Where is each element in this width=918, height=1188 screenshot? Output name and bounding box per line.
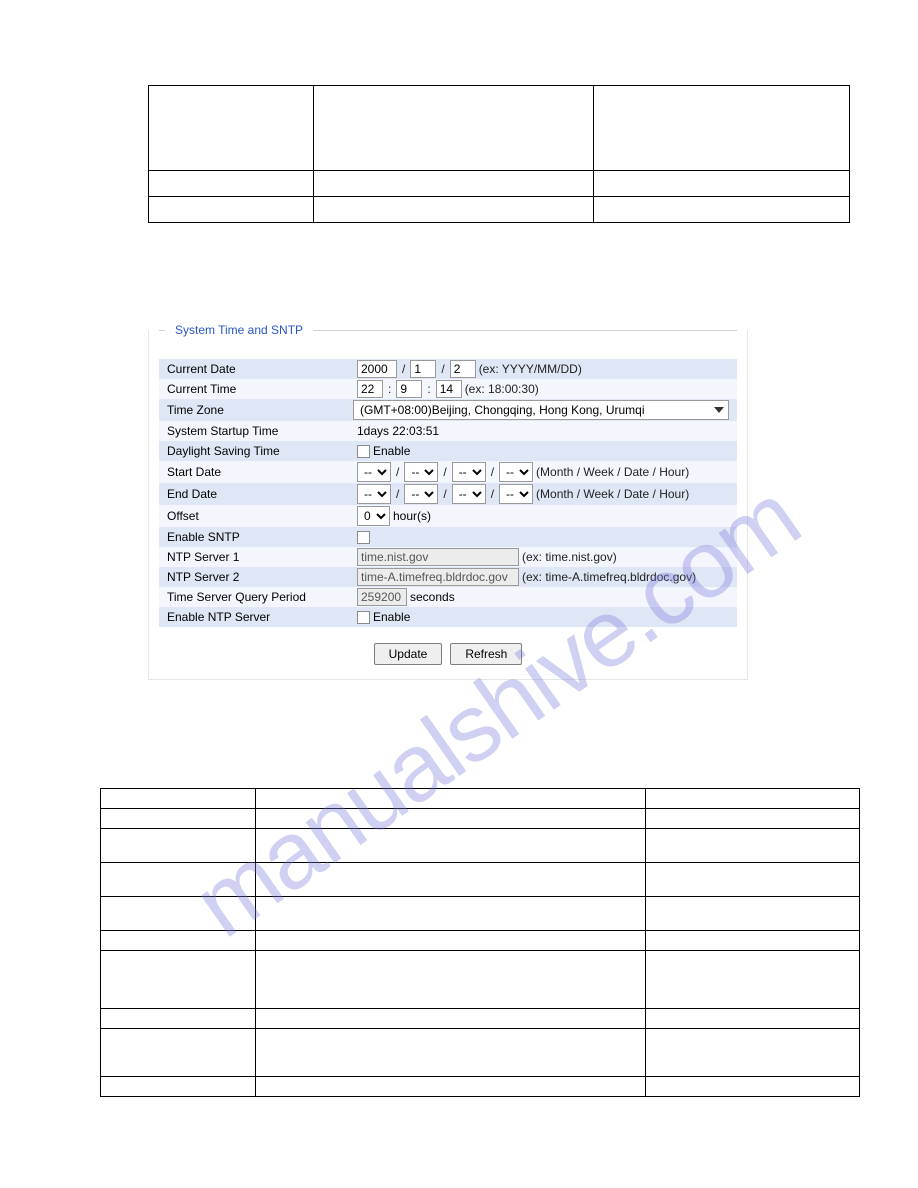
start-weekday-select[interactable]: -- — [452, 462, 486, 482]
second-input[interactable] — [436, 380, 462, 398]
enable-ntp-server-label: Enable NTP Server — [167, 610, 357, 624]
current-date-label: Current Date — [167, 362, 357, 376]
offset-label: Offset — [167, 509, 357, 523]
end-month-select[interactable]: -- — [357, 484, 391, 504]
month-input[interactable] — [410, 360, 436, 378]
minute-input[interactable] — [396, 380, 422, 398]
dst-checkbox[interactable] — [357, 445, 370, 458]
sntp-panel: System Time and SNTP Current Date / / (e… — [148, 330, 748, 680]
end-date-label: End Date — [167, 487, 357, 501]
startup-time-label: System Startup Time — [167, 424, 357, 438]
panel-title: System Time and SNTP — [171, 323, 307, 337]
query-period-label: Time Server Query Period — [167, 590, 357, 604]
query-period-input[interactable] — [357, 588, 407, 606]
top-empty-table — [148, 85, 850, 223]
time-zone-select[interactable]: (GMT+08:00)Beijing, Chongqing, Hong Kong… — [353, 400, 729, 420]
end-week-select[interactable]: -- — [404, 484, 438, 504]
startup-time-value: 1days 22:03:51 — [357, 424, 439, 438]
bottom-empty-table — [100, 788, 860, 1097]
update-button[interactable]: Update — [374, 643, 443, 665]
start-week-select[interactable]: -- — [404, 462, 438, 482]
end-weekday-select[interactable]: -- — [452, 484, 486, 504]
enable-sntp-checkbox[interactable] — [357, 531, 370, 544]
offset-select[interactable]: 0 — [357, 506, 390, 526]
enable-ntp-server-checkbox[interactable] — [357, 611, 370, 624]
current-time-label: Current Time — [167, 382, 357, 396]
date-hint: (ex: YYYY/MM/DD) — [479, 362, 582, 376]
start-date-label: Start Date — [167, 465, 357, 479]
dst-label: Daylight Saving Time — [167, 444, 357, 458]
end-hour-select[interactable]: -- — [499, 484, 533, 504]
year-input[interactable] — [357, 360, 397, 378]
refresh-button[interactable]: Refresh — [450, 643, 522, 665]
hour-input[interactable] — [357, 380, 383, 398]
day-input[interactable] — [450, 360, 476, 378]
time-zone-label: Time Zone — [167, 403, 353, 417]
ntp2-label: NTP Server 2 — [167, 570, 357, 584]
ntp2-input[interactable] — [357, 568, 519, 586]
time-hint: (ex: 18:00:30) — [465, 382, 539, 396]
ntp1-label: NTP Server 1 — [167, 550, 357, 564]
start-month-select[interactable]: -- — [357, 462, 391, 482]
ntp1-input[interactable] — [357, 548, 519, 566]
start-hour-select[interactable]: -- — [499, 462, 533, 482]
enable-sntp-label: Enable SNTP — [167, 530, 357, 544]
chevron-down-icon — [714, 407, 724, 413]
